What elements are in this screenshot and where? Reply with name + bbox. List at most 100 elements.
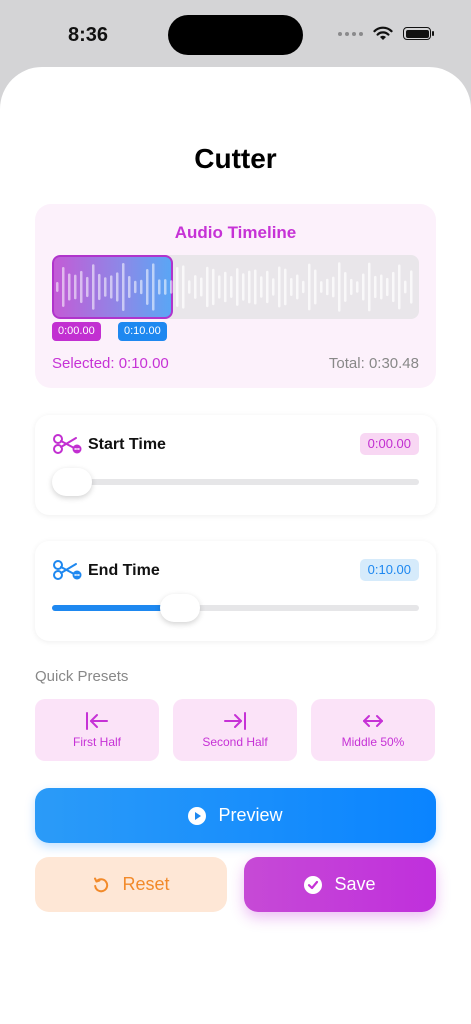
arrow-left-to-bar-icon [86, 712, 108, 730]
waveform-bar [164, 279, 167, 295]
waveform-bar [368, 262, 371, 312]
waveform-bar [314, 269, 317, 305]
preview-button-label: Preview [218, 805, 283, 825]
waveform-bar [62, 267, 65, 307]
end-time-slider-thumb[interactable] [159, 594, 200, 622]
waveform-bar [128, 275, 131, 299]
waveform-bar [158, 279, 161, 295]
waveform-bar [152, 263, 155, 311]
reset-icon [94, 877, 109, 892]
waveform-bar [104, 277, 107, 297]
waveform-bar [332, 276, 335, 298]
waveform-bar [320, 281, 323, 293]
waveform-bar [248, 270, 251, 304]
waveform-bar [182, 265, 185, 309]
preset-first-half-button[interactable]: First Half [35, 699, 159, 761]
status-time: 8:36 [68, 24, 109, 46]
waveform-bar [386, 277, 389, 297]
end-time-card: End Time 0:10.00 [35, 541, 436, 641]
waveform-bar [110, 275, 113, 299]
waveform-bar [356, 281, 359, 293]
waveform-bar [200, 277, 203, 297]
end-time-label: End Time [88, 562, 160, 579]
scissors-icon [53, 434, 82, 454]
waveform-bar [278, 266, 281, 308]
waveform-bar [98, 273, 101, 301]
waveform-bar [56, 282, 59, 292]
waveform-bar [392, 271, 395, 303]
signal-dots-icon [338, 31, 363, 36]
dynamic-island [168, 15, 303, 55]
save-button[interactable]: Save [244, 857, 436, 912]
timeline-title: Audio Timeline [174, 223, 297, 242]
preset-second-half-button[interactable]: Second Half [173, 699, 297, 761]
waveform-bar [302, 280, 305, 294]
waveform-bar [260, 276, 263, 298]
waveform-bar [344, 272, 347, 302]
start-time-slider-thumb[interactable] [52, 468, 92, 496]
waveform-bar [218, 275, 221, 299]
waveform-bar [188, 280, 191, 294]
reset-button-label: Reset [122, 874, 170, 894]
start-time-label: Start Time [88, 436, 166, 453]
waveform[interactable] [52, 255, 419, 319]
waveform-bar [338, 262, 341, 312]
status-bar: 8:36 [0, 0, 471, 68]
waveform-bar [374, 275, 377, 299]
waveform-bar [398, 264, 401, 310]
start-time-value: 0:00.00 [359, 433, 419, 455]
waveform-bar [224, 271, 227, 303]
end-time-tag: 0:10.00 [118, 322, 167, 341]
save-button-label: Save [334, 874, 376, 894]
waveform-bar [308, 263, 311, 311]
preset-label: Middle 50% [341, 735, 405, 749]
waveform-bar [68, 273, 71, 301]
total-duration: Total: 0:30.48 [328, 355, 419, 372]
waveform-bar [284, 268, 287, 306]
waveform-bar [350, 278, 353, 296]
start-time-track[interactable] [52, 479, 419, 485]
waveform-bar [74, 274, 77, 300]
checkmark-circle-icon [304, 875, 323, 894]
waveform-bar [236, 268, 239, 306]
waveform-bar [206, 266, 209, 308]
arrow-right-to-bar-icon [224, 712, 246, 730]
preset-middle-50-button[interactable]: Middle 50% [311, 699, 435, 761]
waveform-bar [410, 270, 413, 304]
battery-icon [403, 27, 434, 40]
waveform-bar [326, 278, 329, 296]
waveform-bar [134, 280, 137, 294]
waveform-bar [116, 272, 119, 302]
arrows-left-right-icon [363, 715, 383, 727]
quick-presets-label: Quick Presets [35, 668, 129, 685]
preset-label: Second Half [202, 735, 268, 749]
waveform-bar [290, 277, 293, 297]
waveform-bar [242, 273, 245, 301]
waveform-bar [362, 273, 365, 301]
page-title: Cutter [194, 143, 277, 174]
waveform-bar [176, 267, 179, 307]
preview-button[interactable]: Preview [35, 788, 436, 843]
waveform-bars [56, 262, 413, 312]
preset-label: First Half [73, 735, 121, 749]
waveform-bar [254, 269, 257, 305]
end-time-value: 0:10.00 [359, 559, 419, 581]
play-circle-icon [188, 806, 207, 825]
end-time-track[interactable] [52, 605, 419, 611]
waveform-bar [230, 276, 233, 298]
waveform-bar [170, 280, 173, 294]
waveform-bar [146, 268, 149, 306]
wifi-icon [373, 26, 393, 40]
status-icons [338, 26, 434, 41]
audio-timeline-card: Audio Timeline 0:00.00 0:10.00 Selected:… [35, 204, 436, 388]
waveform-bar [92, 264, 95, 310]
waveform-bar [140, 279, 143, 295]
start-time-card: Start Time 0:00.00 [35, 415, 436, 515]
waveform-bar [266, 270, 269, 304]
waveform-bar [404, 280, 407, 294]
reset-button[interactable]: Reset [35, 857, 227, 912]
waveform-bar [194, 275, 197, 299]
waveform-bar [272, 278, 275, 296]
waveform-bar [86, 276, 89, 298]
selected-duration: Selected: 0:10.00 [52, 355, 169, 372]
